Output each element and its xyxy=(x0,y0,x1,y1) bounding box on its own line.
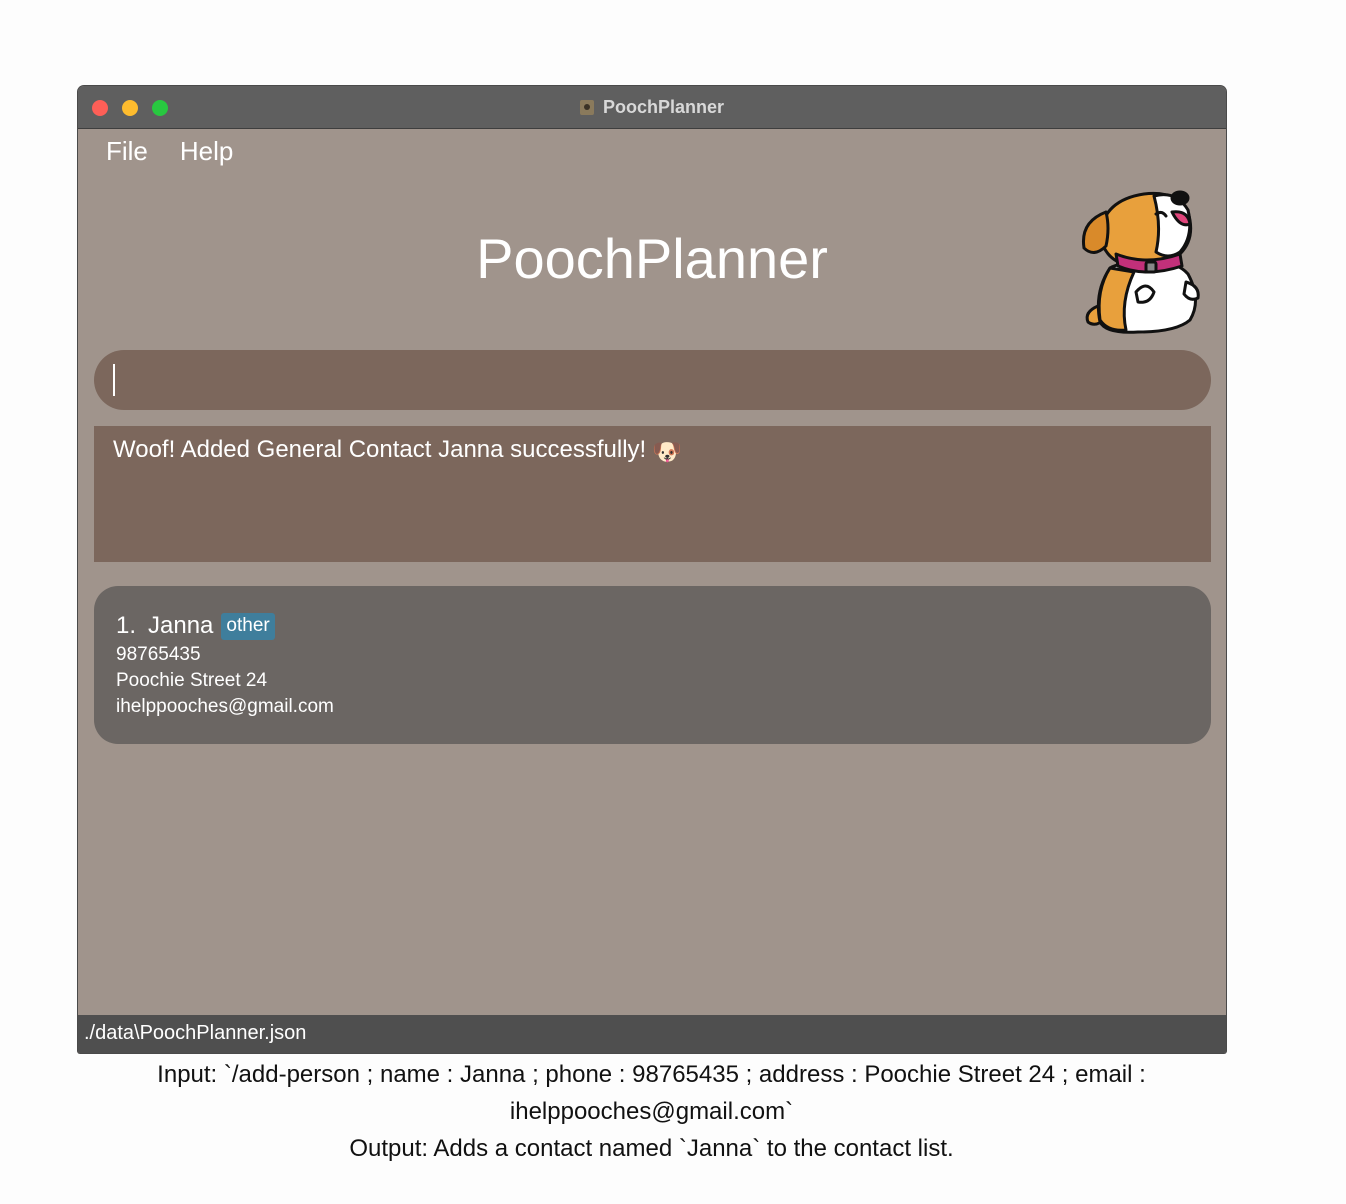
menu-file[interactable]: File xyxy=(106,136,148,167)
dog-mascot-icon xyxy=(1081,190,1200,334)
title-bar: PoochPlanner xyxy=(78,86,1226,129)
caption-input: Input: `/add-person ; name : Janna ; pho… xyxy=(157,1061,1146,1125)
command-input[interactable] xyxy=(94,350,1211,410)
contact-header: 1. Janna other xyxy=(116,612,275,640)
status-bar: ./data\PoochPlanner.json xyxy=(78,1015,1226,1053)
result-message: Woof! Added General Contact Janna succes… xyxy=(113,436,647,463)
app-icon xyxy=(579,99,594,115)
dog-emoji-icon: 🐶 xyxy=(652,439,683,466)
result-message-line: Woof! Added General Contact Janna succes… xyxy=(113,436,682,467)
screenshot-caption: Input: `/add-person ; name : Janna ; pho… xyxy=(120,1056,1183,1167)
menu-bar: File Help xyxy=(106,136,233,167)
caption-output: Output: Adds a contact named `Janna` to … xyxy=(349,1135,954,1162)
contact-address: Poochie Street 24 xyxy=(116,670,268,691)
contact-card[interactable]: 1. Janna other 98765435 Poochie Street 2… xyxy=(94,586,1211,744)
window-title: PoochPlanner xyxy=(78,86,1226,128)
data-file-path: ./data\PoochPlanner.json xyxy=(84,1022,307,1044)
text-caret xyxy=(113,364,115,396)
contact-name: Janna xyxy=(148,612,214,639)
menu-help[interactable]: Help xyxy=(180,136,233,167)
contact-email: ihelppooches@gmail.com xyxy=(116,696,334,717)
app-window: PoochPlanner File Help PoochPlanner Woof… xyxy=(78,86,1226,1053)
contact-phone: 98765435 xyxy=(116,644,201,665)
app-title: PoochPlanner xyxy=(476,227,828,290)
window-title-text: PoochPlanner xyxy=(602,96,725,117)
contact-index: 1. xyxy=(116,612,137,639)
result-display: Woof! Added General Contact Janna succes… xyxy=(94,426,1211,562)
contact-tag: other xyxy=(221,612,275,640)
